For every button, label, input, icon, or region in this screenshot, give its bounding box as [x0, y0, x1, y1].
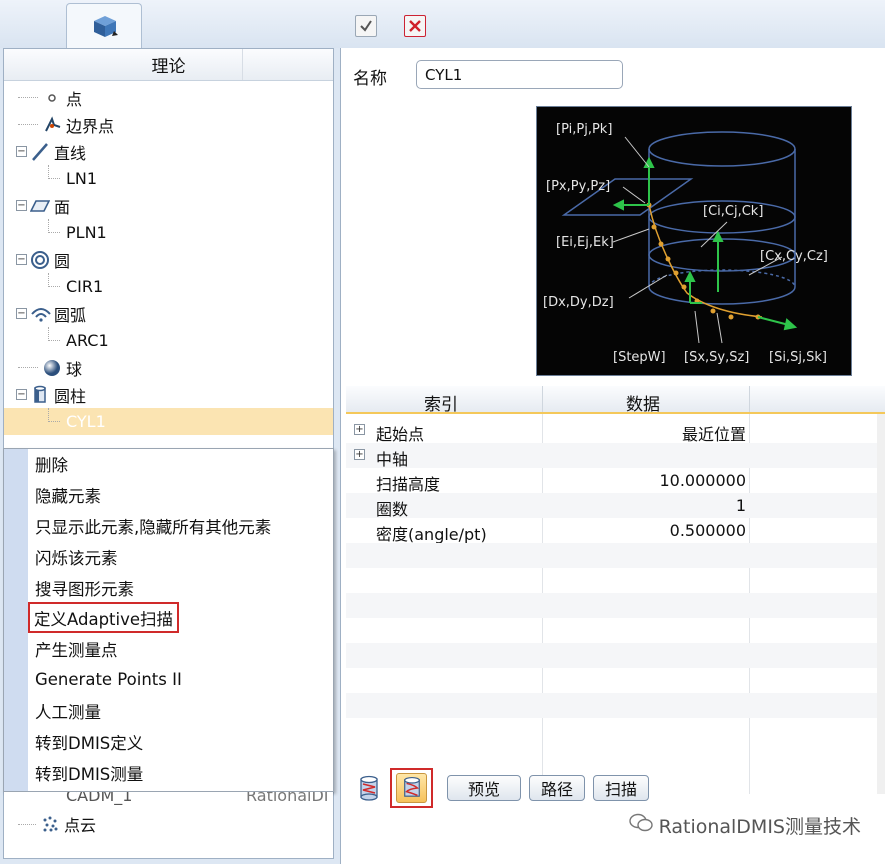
grid-row-empty [346, 618, 879, 643]
grid-row-start-point[interactable]: + 起始点 最近位置 [346, 418, 879, 444]
preview-button[interactable]: 预览 [447, 775, 521, 801]
tree-item-point[interactable]: 点 [4, 84, 333, 111]
grid-row-empty [346, 718, 879, 743]
expand-toggle[interactable]: + [354, 424, 365, 435]
label-px: [Px,Py,Pz] [546, 179, 610, 194]
collapse-toggle[interactable]: − [16, 389, 27, 400]
label-stepw: [StepW] [613, 350, 666, 365]
tree-header: 理论 [4, 49, 333, 81]
grid-header: 索引 数据 [346, 386, 885, 415]
context-menu: 删除 隐藏元素 只显示此元素,隐藏所有其他元素 闪烁该元素 搜寻图形元素 定义A… [3, 448, 334, 792]
collapse-toggle[interactable]: − [16, 308, 27, 319]
menu-item-show-only[interactable]: 只显示此元素,隐藏所有其他元素 [35, 512, 271, 539]
menu-item-blink[interactable]: 闪烁该元素 [35, 543, 118, 570]
plane-icon [29, 196, 51, 216]
sphere-icon [42, 358, 62, 378]
red-x-icon[interactable] [404, 15, 426, 37]
tree-item-circle[interactable]: − 圆 [4, 246, 333, 273]
line-icon [30, 142, 50, 162]
cylinder-icon [30, 385, 50, 405]
menu-item-goto-dmis-definition[interactable]: 转到DMIS定义 [35, 728, 143, 755]
wechat-icon [628, 813, 653, 838]
tree-item-sphere[interactable]: 球 [4, 354, 333, 381]
arc-icon [30, 304, 51, 324]
name-label: 名称 [353, 69, 387, 89]
collapse-toggle[interactable]: − [16, 254, 27, 265]
grid-row-scan-height[interactable]: 扫描高度 10.000000 [346, 468, 879, 494]
grid-row-empty [346, 693, 879, 718]
grid-row-empty [346, 643, 879, 668]
grid-scrollbar[interactable] [877, 414, 885, 794]
tree-item-arc1[interactable]: ARC1 [4, 326, 333, 354]
checkbox-check-icon[interactable] [355, 15, 377, 37]
tree-item-cylinder[interactable]: − 圆柱 [4, 381, 333, 408]
tree-item-cir1[interactable]: CIR1 [4, 272, 333, 300]
point-cloud-icon [40, 814, 60, 834]
tree-item-cyl1[interactable]: CYL1 [4, 407, 333, 435]
grid-row-empty [346, 543, 879, 568]
tree-header-label: 理论 [151, 57, 186, 77]
tree-item-edge-point[interactable]: 边界点 [4, 111, 333, 138]
grid-row-empty [346, 593, 879, 618]
grid-row-turns[interactable]: 圈数 1 [346, 493, 879, 519]
tree-item-pln1[interactable]: PLN1 [4, 218, 333, 246]
label-cx: [Cx,Cy,Cz] [760, 249, 828, 264]
menu-item-find-graphic[interactable]: 搜寻图形元素 [35, 574, 134, 601]
grid-row-empty [346, 568, 879, 593]
top-toolbar [0, 0, 885, 48]
expand-toggle[interactable]: + [354, 449, 365, 460]
collapse-toggle[interactable]: − [16, 146, 27, 157]
cylinder-scan-button[interactable] [390, 768, 433, 808]
grid-row-empty [346, 668, 879, 693]
scan-button[interactable]: 扫描 [593, 775, 649, 801]
tree-item-plane[interactable]: − 面 [4, 192, 333, 219]
label-sx: [Sx,Sy,Sz] [684, 350, 749, 365]
column-index: 索引 [424, 395, 458, 415]
label-pi: [Pi,Pj,Pk] [556, 122, 612, 137]
column-data: 数据 [626, 395, 660, 415]
name-field[interactable]: CYL1 [416, 60, 623, 89]
scan-button-bar: 预览 路径 扫描 [346, 764, 885, 814]
path-button[interactable]: 路径 [529, 775, 585, 801]
watermark: RationalDMIS测量技术 [628, 812, 861, 839]
grid-row-axis[interactable]: + 中轴 [346, 443, 879, 469]
grid-row-density[interactable]: 密度(angle/pt) 0.500000 [346, 518, 879, 544]
menu-item-delete[interactable]: 删除 [35, 450, 68, 477]
menu-item-hide-element[interactable]: 隐藏元素 [35, 481, 101, 508]
tab-theory-tree[interactable] [66, 3, 142, 48]
label-ci: [Ci,Cj,Ck] [703, 204, 763, 219]
menu-item-generate-points-ii[interactable]: Generate Points II [35, 666, 182, 693]
tree-bottom: CADM_1 RationalDI 点云 [4, 792, 333, 858]
cylinder-db-icon[interactable] [358, 775, 380, 805]
menu-item-manual-measure[interactable]: 人工测量 [35, 697, 101, 724]
label-dx: [Dx,Dy,Dz] [543, 295, 614, 310]
label-ei: [Ei,Ej,Ek] [556, 235, 614, 250]
adaptive-scan-diagram: [Pi,Pj,Pk] [Px,Py,Pz] [Ci,Cj,Ck] [Ei,Ej,… [536, 106, 852, 376]
cube-icon [92, 14, 118, 42]
tree-item-line[interactable]: − 直线 [4, 138, 333, 165]
point-icon [42, 88, 62, 108]
menu-item-define-adaptive-scan[interactable]: 定义Adaptive扫描 [27, 602, 180, 633]
edge-point-icon [42, 115, 62, 135]
circle-icon [30, 250, 50, 270]
label-si: [Si,Sj,Sk] [769, 350, 827, 365]
properties-panel: 名称 CYL1 [Pi,Pj,Pk] [Px,Py,Pz] [Ci,Cj,Ck]… [340, 48, 885, 864]
menu-item-goto-dmis-measure[interactable]: 转到DMIS测量 [35, 759, 143, 786]
tree-item-arc[interactable]: − 圆弧 [4, 300, 333, 327]
tree-item-point-cloud[interactable]: 点云 [4, 812, 96, 836]
cylinder-scan-icon [396, 773, 427, 803]
menu-item-generate-points[interactable]: 产生测量点 [35, 635, 118, 662]
tree-item-ln1[interactable]: LN1 [4, 164, 333, 192]
collapse-toggle[interactable]: − [16, 200, 27, 211]
